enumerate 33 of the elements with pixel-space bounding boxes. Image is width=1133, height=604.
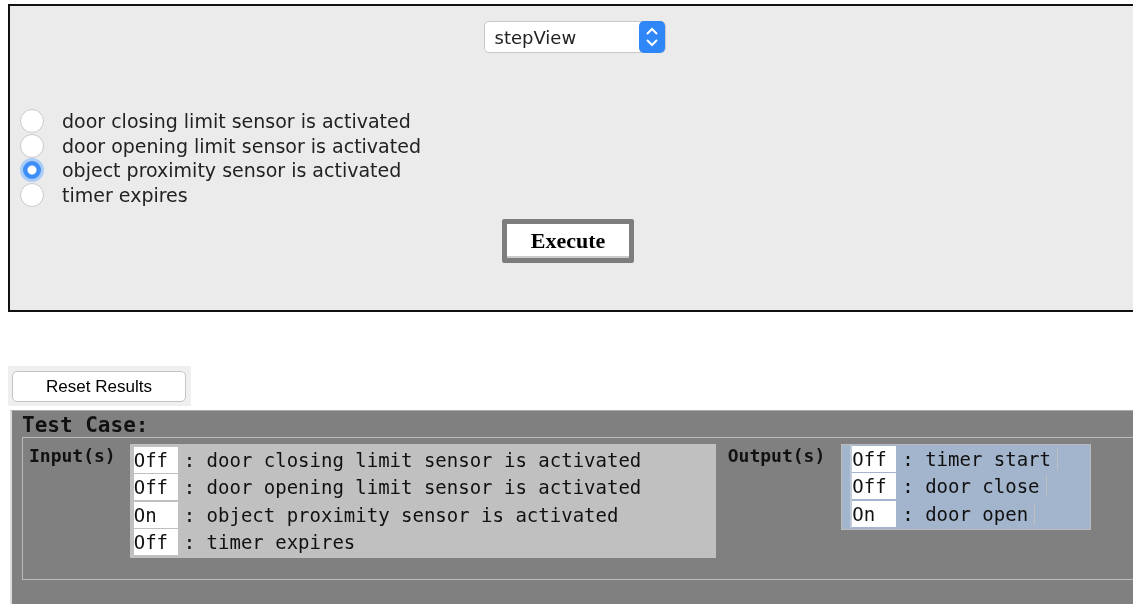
event-radio[interactable]: door opening limit sensor is activated (20, 133, 1133, 158)
output-value: Off (852, 473, 897, 500)
view-dropdown[interactable]: stepView (483, 21, 666, 53)
radio-icon[interactable] (20, 109, 44, 134)
output-name: : door open (896, 502, 1036, 525)
input-name: : door closing limit sensor is activated (182, 448, 642, 471)
radio-label: timer expires (62, 183, 188, 206)
radio-label: door opening limit sensor is activated (62, 134, 421, 157)
input-name: : timer expires (182, 531, 356, 554)
input-value: Off (133, 529, 178, 556)
input-name: : object proximity sensor is activated (182, 503, 619, 526)
event-radio[interactable]: timer expires (20, 182, 1133, 207)
input-value: On (133, 501, 178, 528)
event-radio[interactable]: object proximity sensor is activated (20, 158, 1133, 183)
output-name: : timer start (896, 447, 1058, 470)
stepper-icon (638, 21, 665, 53)
radio-icon[interactable] (20, 182, 44, 207)
event-radio[interactable]: door closing limit sensor is activated (20, 109, 1133, 134)
outputs-label: Output(s) (726, 444, 827, 468)
radio-icon[interactable] (20, 133, 44, 158)
input-value: Off (133, 474, 178, 501)
test-case-title: Test Case: (22, 413, 150, 437)
input-name: : door opening limit sensor is activated (182, 476, 642, 499)
radio-label: door closing limit sensor is activated (62, 110, 411, 133)
radio-icon[interactable] (20, 158, 44, 183)
execute-button[interactable]: Execute (502, 219, 634, 263)
inputs-label: Input(s) (28, 444, 117, 468)
input-value: Off (133, 446, 178, 473)
radio-label: object proximity sensor is activated (62, 159, 402, 182)
output-value: Off (852, 445, 897, 472)
reset-results-button[interactable]: Reset Results (12, 371, 186, 402)
output-value: On (852, 500, 897, 527)
output-name: : door close (896, 475, 1047, 498)
